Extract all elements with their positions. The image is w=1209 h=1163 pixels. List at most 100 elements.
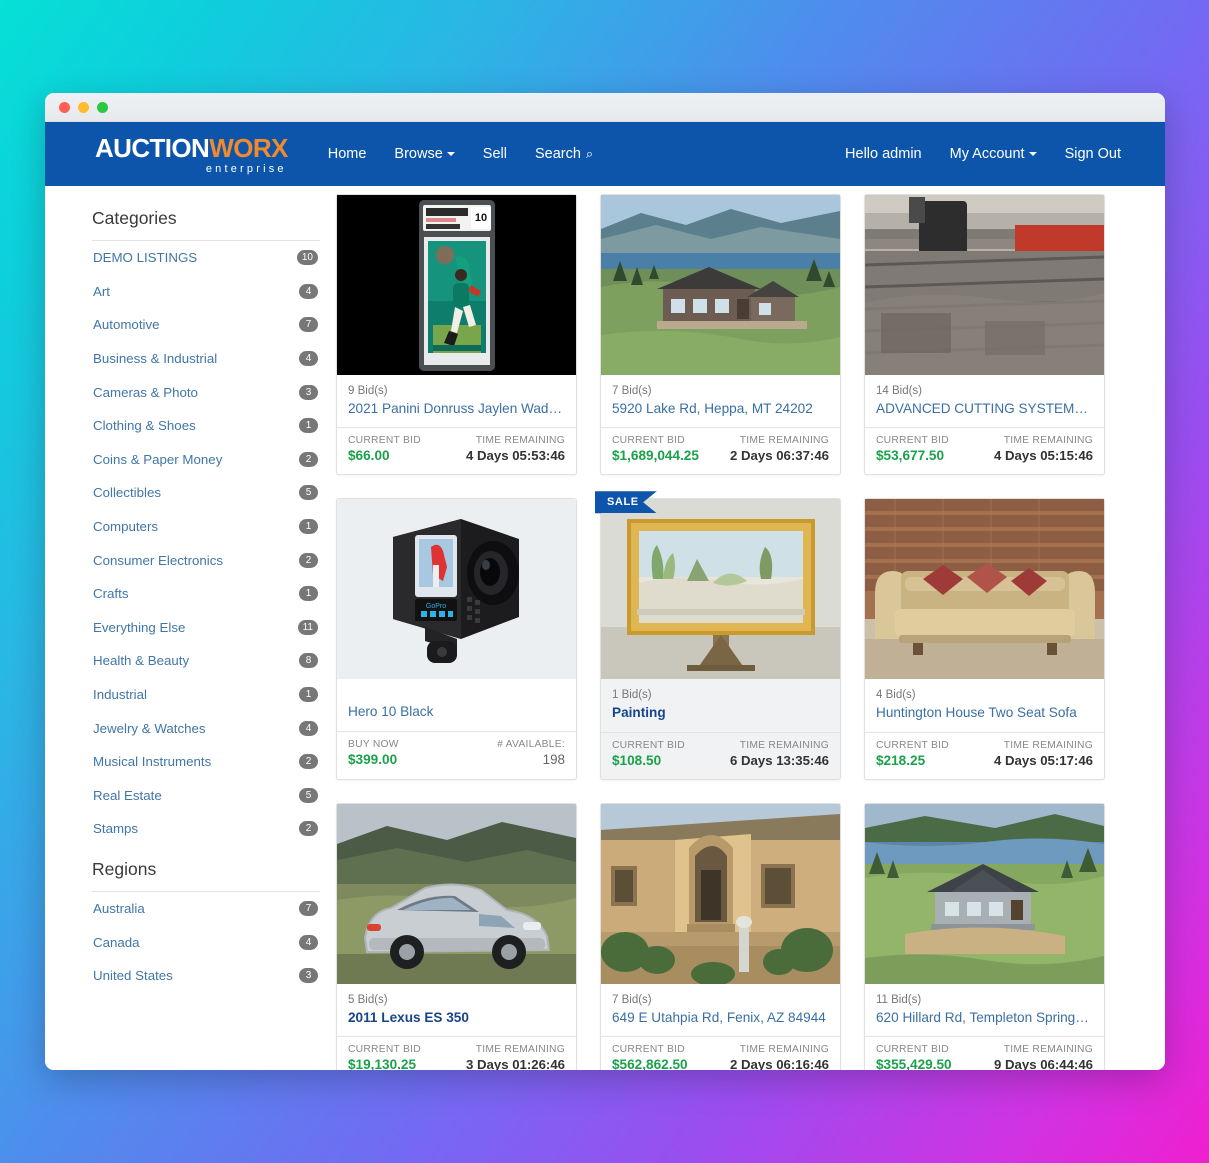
- listing-meta-labels: CURRENT BID TIME REMAINING: [601, 731, 840, 751]
- search-icon: ⌕: [585, 146, 594, 161]
- minimize-window-button[interactable]: [78, 101, 89, 113]
- listing-image-leather-sofa[interactable]: [865, 499, 1104, 680]
- listing-image-framed-painting[interactable]: [601, 499, 840, 680]
- category-item-art[interactable]: Art 4: [92, 275, 320, 309]
- listing-image-gopro-camera[interactable]: GoPro: [337, 499, 576, 680]
- category-item-count-badge: 11: [297, 619, 318, 635]
- listing-image-lake-house[interactable]: [601, 195, 840, 375]
- category-item-industrial[interactable]: Industrial 1: [92, 678, 320, 712]
- category-item-everything-else[interactable]: Everything Else 11: [92, 611, 320, 645]
- listing-card[interactable]: 4 Bid(s) Huntington House Two Seat Sofa CU…: [864, 498, 1105, 780]
- category-item-business-industrial[interactable]: Business & Industrial 4: [92, 342, 320, 376]
- price-label: CURRENT BID: [876, 435, 949, 447]
- listing-image-stucco-house[interactable]: [601, 803, 840, 984]
- time-remaining: 6 Days 13:35:46: [730, 752, 829, 768]
- region-item-count-badge: 3: [299, 968, 318, 984]
- region-item-australia[interactable]: Australia 7: [92, 892, 320, 926]
- category-item-count-badge: 1: [299, 586, 318, 602]
- category-item-label: Coins & Paper Money: [93, 451, 223, 467]
- regions-list: Australia 7 Canada 4 United States 3: [92, 892, 320, 993]
- listing-meta-labels: CURRENT BID TIME REMAINING: [865, 427, 1104, 446]
- category-item-jewelry-watches[interactable]: Jewelry & Watches 4: [92, 711, 320, 745]
- category-item-label: Jewelry & Watches: [93, 720, 206, 736]
- listing-title[interactable]: Huntington House Two Seat Sofa: [876, 704, 1093, 722]
- category-item-label: Clothing & Shoes: [93, 418, 196, 434]
- listing-image-cutting-machine[interactable]: [865, 195, 1104, 375]
- listing-image-silver-sedan[interactable]: [337, 803, 576, 984]
- listing-card[interactable]: 7 Bid(s) 649 E Utahpia Rd, Fenix, AZ 8494…: [600, 802, 841, 1070]
- close-window-button[interactable]: [59, 101, 70, 113]
- category-item-automotive[interactable]: Automotive 7: [92, 308, 320, 342]
- nav-item-browse[interactable]: Browse: [380, 140, 468, 168]
- nav-item-sell[interactable]: Sell: [469, 140, 521, 168]
- category-item-coins-paper-money[interactable]: Coins & Paper Money 2: [92, 443, 320, 477]
- category-item-stamps[interactable]: Stamps 2: [92, 812, 320, 846]
- category-item-count-badge: 1: [299, 687, 318, 703]
- price-value: $66.00: [348, 448, 390, 464]
- category-item-count-badge: 7: [299, 317, 318, 333]
- listing-values: $53,677.50 4 Days 05:15:46: [865, 446, 1104, 474]
- category-item-computers[interactable]: Computers 1: [92, 510, 320, 544]
- listing-info: 1 Bid(s) Painting: [601, 679, 840, 723]
- listing-card[interactable]: 5 Bid(s) 2011 Lexus ES 350 CURRENT BID TIME…: [336, 802, 577, 1070]
- chevron-down-icon: [446, 152, 455, 157]
- listing-info: 7 Bid(s) 649 E Utahpia Rd, Fenix, AZ 8494…: [601, 984, 840, 1027]
- listing-card[interactable]: SALE 1 Bid(s) Painting CURRENT BID TIME REMA…: [595, 491, 841, 780]
- nav-item-home[interactable]: Home: [314, 140, 381, 168]
- region-item-united-states[interactable]: United States 3: [92, 959, 320, 993]
- listing-title[interactable]: 2021 Panini Donruss Jaylen Waddle M...: [348, 400, 565, 418]
- maximize-window-button[interactable]: [97, 101, 108, 113]
- listing-image-trading-card[interactable]: 10: [337, 195, 576, 375]
- svg-text:10: 10: [475, 212, 487, 224]
- listing-card[interactable]: 10 9 Bid(s) 2021 Panini Donruss Jaylen Wa…: [336, 194, 577, 476]
- listing-title[interactable]: Hero 10 Black: [348, 703, 565, 721]
- listing-meta-labels: CURRENT BID TIME REMAINING: [865, 1035, 1104, 1055]
- category-item-crafts[interactable]: Crafts 1: [92, 577, 320, 611]
- region-item-canada[interactable]: Canada 4: [92, 925, 320, 959]
- categories-list: DEMO LISTINGS 10 Art 4 Automotive 7 Business &…: [92, 241, 320, 846]
- price-label: CURRENT BID: [348, 1043, 421, 1055]
- account-nav: Hello admin My Account Sign Out: [831, 140, 1147, 168]
- time-label: TIME REMAINING: [739, 1043, 829, 1055]
- logo-text-primary: AUCTION: [95, 133, 210, 163]
- browser-window: AUCTIONWORX enterprise Home Browse Sell …: [45, 93, 1165, 1070]
- listing-title[interactable]: 5920 Lake Rd, Heppa, MT 24202: [612, 400, 829, 418]
- category-item-consumer-electronics[interactable]: Consumer Electronics 2: [92, 543, 320, 577]
- listing-title[interactable]: ADVANCED CUTTING SYSTEMS - F...: [876, 400, 1093, 418]
- category-item-health-beauty[interactable]: Health & Beauty 8: [92, 644, 320, 678]
- nav-item-search[interactable]: Search ⌕: [521, 140, 607, 168]
- listing-title[interactable]: Painting: [612, 704, 829, 722]
- category-item-count-badge: 2: [299, 451, 318, 467]
- listing-values: $355,429.50 9 Days 06:44:46: [865, 1055, 1104, 1070]
- greeting-text: Hello admin: [845, 146, 922, 162]
- category-item-collectibles[interactable]: Collectibles 5: [92, 476, 320, 510]
- price-value: $355,429.50: [876, 1056, 952, 1070]
- listing-title[interactable]: 649 E Utahpia Rd, Fenix, AZ 84944: [612, 1009, 829, 1027]
- site-logo[interactable]: AUCTIONWORX enterprise: [95, 135, 288, 175]
- listing-card[interactable]: GoPro Hero 10 Black BUY NOW # AVAILABLE: $3…: [336, 498, 577, 780]
- category-item-label: Business & Industrial: [93, 351, 218, 367]
- listing-image-lakeside-home[interactable]: [865, 803, 1104, 984]
- listing-values: $19,130.25 3 Days 01:26:46: [337, 1055, 576, 1070]
- listing-info: 7 Bid(s) 5920 Lake Rd, Heppa, MT 24202: [601, 375, 840, 418]
- listing-card[interactable]: 7 Bid(s) 5920 Lake Rd, Heppa, MT 24202 CUR…: [600, 194, 841, 476]
- categories-heading: Categories: [92, 208, 320, 241]
- nav-item-my-account[interactable]: My Account: [936, 140, 1051, 168]
- nav-item-sign-out[interactable]: Sign Out: [1051, 140, 1135, 168]
- category-item-cameras-photo[interactable]: Cameras & Photo 3: [92, 375, 320, 409]
- category-item-clothing-shoes[interactable]: Clothing & Shoes 1: [92, 409, 320, 443]
- bid-count: 4 Bid(s): [876, 689, 916, 702]
- listing-title[interactable]: 620 Hillard Rd, Templeton Springs, KY...: [876, 1009, 1093, 1027]
- listing-title[interactable]: 2011 Lexus ES 350: [348, 1009, 565, 1027]
- category-item-label: Real Estate: [93, 787, 162, 803]
- category-item-count-badge: 8: [299, 653, 318, 669]
- category-item-real-estate[interactable]: Real Estate 5: [92, 779, 320, 813]
- category-item-label: Automotive: [93, 317, 160, 333]
- listing-values: $399.00 198: [337, 750, 576, 778]
- logo-text-accent: WORX: [209, 133, 288, 163]
- time-label: TIME REMAINING: [1003, 1043, 1093, 1055]
- category-item-musical-instruments[interactable]: Musical Instruments 2: [92, 745, 320, 779]
- listing-card[interactable]: 11 Bid(s) 620 Hillard Rd, Templeton Sprin…: [864, 802, 1105, 1070]
- category-item-demo-listings[interactable]: DEMO LISTINGS 10: [92, 241, 320, 275]
- listing-card[interactable]: 14 Bid(s) ADVANCED CUTTING SYSTEMS - F...…: [864, 194, 1105, 476]
